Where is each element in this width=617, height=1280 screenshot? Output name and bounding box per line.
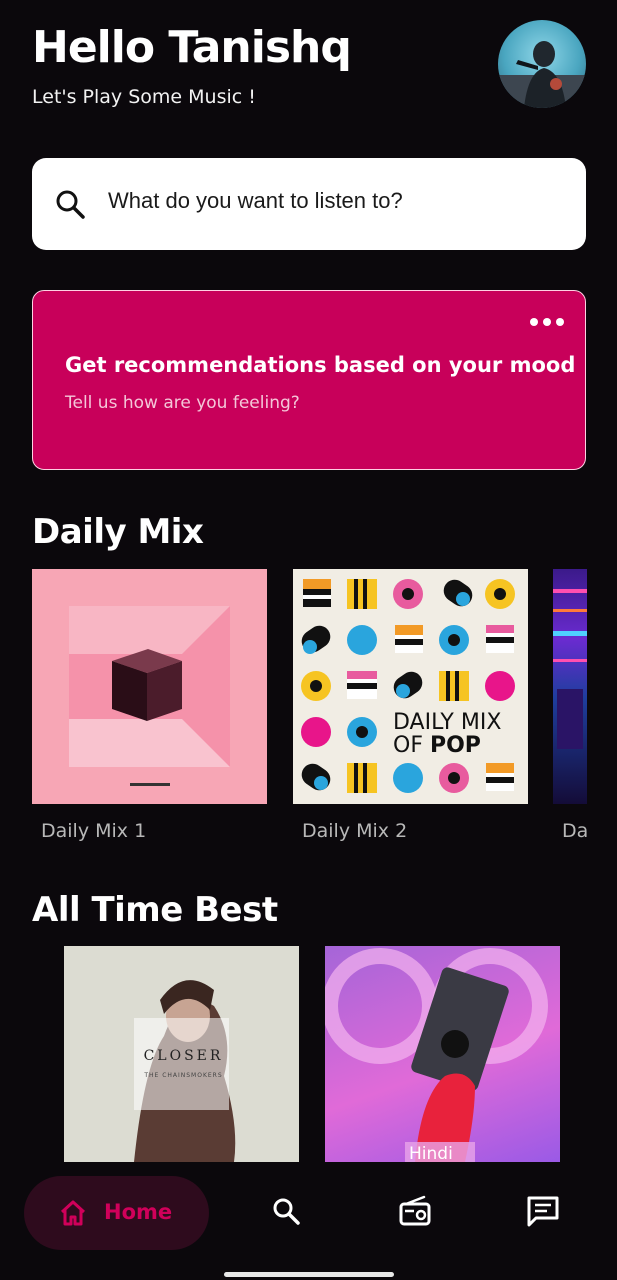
section-title-daily-mix: Daily Mix bbox=[32, 512, 204, 552]
all-time-best-1-cover[interactable]: CLOSER THE CHAINSMOKERS bbox=[64, 946, 299, 1162]
radio-icon[interactable] bbox=[398, 1194, 432, 1228]
svg-text:OF POP: OF POP bbox=[393, 733, 481, 758]
daily-mix-3-label[interactable]: Da bbox=[562, 820, 587, 842]
daily-mix-2-label[interactable]: Daily Mix 2 bbox=[302, 820, 407, 842]
daily-mix-1-label[interactable]: Daily Mix 1 bbox=[41, 820, 146, 842]
closer-art-title: CLOSER bbox=[143, 1048, 224, 1064]
daily-mix-3-cover[interactable] bbox=[553, 569, 587, 804]
nineties-art-tag: Hindi bbox=[409, 1144, 453, 1162]
search-icon[interactable] bbox=[271, 1196, 301, 1226]
greeting-title: Hello Tanishq bbox=[32, 22, 352, 73]
nav-home-label: Home bbox=[104, 1200, 173, 1224]
chat-icon[interactable] bbox=[526, 1194, 560, 1228]
daily-mix-1-cover[interactable] bbox=[32, 569, 267, 804]
daily-mix-2-art-line1: DAILY MIX bbox=[393, 710, 501, 735]
system-home-indicator[interactable] bbox=[224, 1272, 394, 1277]
mood-card-subtitle: Tell us how are you feeling? bbox=[65, 393, 300, 413]
daily-mix-2-art-line2a: OF bbox=[393, 733, 430, 758]
search-placeholder: What do you want to listen to? bbox=[108, 188, 403, 213]
search-input[interactable]: What do you want to listen to? bbox=[32, 158, 586, 250]
search-icon bbox=[56, 190, 85, 219]
more-options-icon[interactable] bbox=[529, 315, 565, 329]
daily-mix-2-art-line2b: POP bbox=[430, 733, 481, 758]
daily-mix-2-cover[interactable]: DAILY MIX OF POP bbox=[293, 569, 528, 804]
nav-home-button[interactable]: Home bbox=[24, 1176, 209, 1250]
bottom-navigation: Home bbox=[0, 1168, 617, 1280]
greeting-subtitle: Let's Play Some Music ! bbox=[32, 86, 256, 108]
mood-recommendation-card[interactable]: Get recommendations based on your mood T… bbox=[32, 290, 586, 470]
closer-art-subtitle: THE CHAINSMOKERS bbox=[144, 1072, 223, 1079]
mood-card-title: Get recommendations based on your mood bbox=[65, 353, 576, 377]
home-icon bbox=[60, 1200, 86, 1226]
avatar[interactable] bbox=[498, 20, 586, 108]
section-title-all-time-best: All Time Best bbox=[32, 890, 278, 930]
all-time-best-2-cover[interactable]: Hindi bbox=[325, 946, 560, 1162]
